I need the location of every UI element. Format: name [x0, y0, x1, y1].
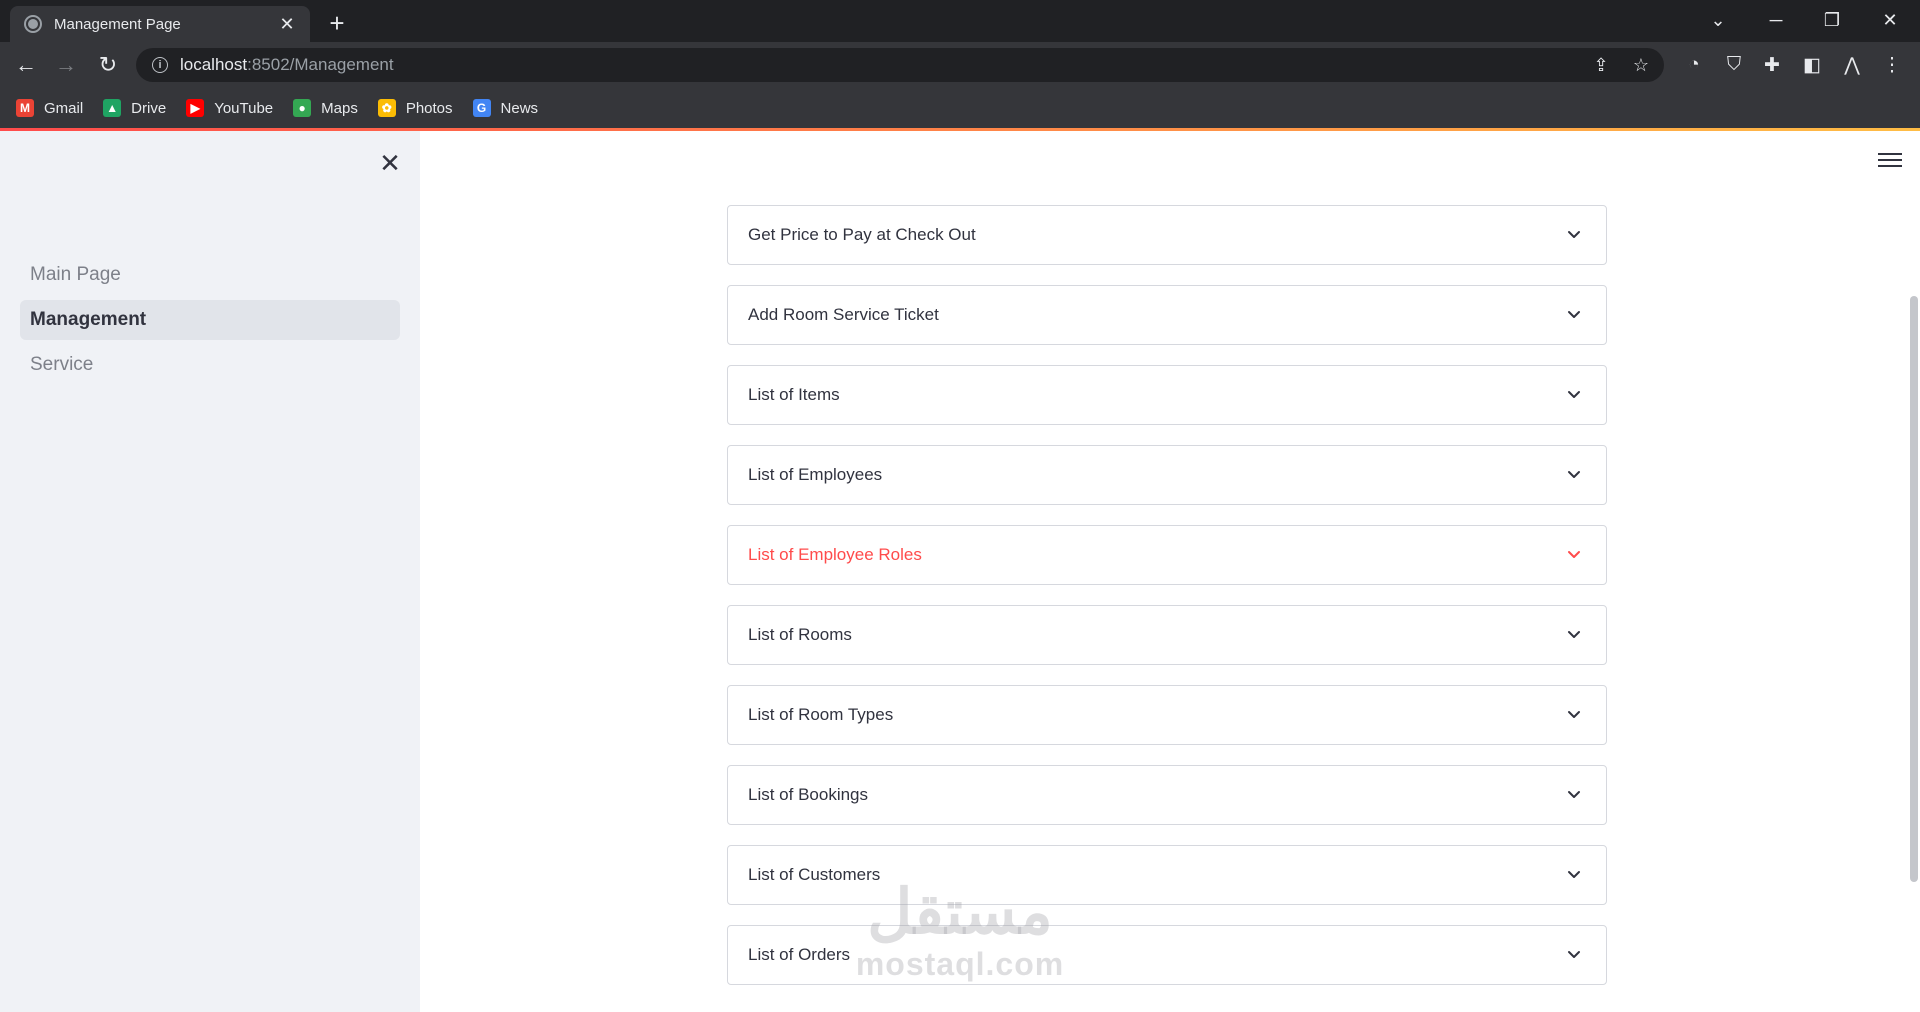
expander-label: Add Room Service Ticket [748, 305, 939, 324]
expander-label: List of Rooms [748, 625, 852, 644]
sidebar-nav: Main Page Management Service [20, 255, 400, 390]
watermark-arabic: مستقل [867, 878, 1053, 947]
youtube-icon: ▶ [186, 99, 205, 117]
hamburger-menu-icon[interactable] [1878, 149, 1902, 171]
chevron-down-icon [1564, 785, 1584, 805]
main-content: Get Price to Pay at Check Out Add Room Se… [420, 131, 1920, 1012]
expander-list-of-rooms[interactable]: List of Rooms [727, 605, 1607, 665]
sidebar-item-management[interactable]: Management [20, 300, 400, 340]
sidebar-item-main-page[interactable]: Main Page [20, 255, 400, 295]
expander-list-of-employees[interactable]: List of Employees [727, 445, 1607, 505]
bookmark-label: Gmail [44, 99, 84, 117]
sidebar: ✕ Main Page Management Service [0, 131, 420, 1012]
bookmark-gmail[interactable]: M Gmail [16, 99, 83, 117]
bookmark-photos[interactable]: ✿ Photos [377, 99, 453, 117]
close-window-icon[interactable]: ✕ [1866, 2, 1914, 38]
chevron-down-icon [1564, 385, 1584, 405]
drive-icon: ▲ [103, 99, 122, 117]
tab-search-icon[interactable]: ⌄ [1694, 2, 1742, 38]
bookmark-youtube[interactable]: ▶ YouTube [186, 99, 273, 117]
url-path: :8502/Management [247, 55, 394, 74]
forward-icon[interactable]: → [50, 49, 82, 81]
expander-label: List of Employee Roles [748, 545, 922, 564]
chevron-down-icon [1564, 705, 1584, 725]
photos-icon: ✿ [377, 99, 396, 117]
expander-get-price-to-pay-at-check-out[interactable]: Get Price to Pay at Check Out [727, 205, 1607, 265]
restore-icon[interactable]: ❐ [1808, 2, 1856, 38]
bookmark-drive[interactable]: ▲ Drive [103, 99, 166, 117]
expander-label: List of Employees [748, 465, 883, 484]
bookmarks-bar: M Gmail ▲ Drive ▶ YouTube ● Maps ✿ Photos G News [0, 88, 1920, 128]
browser-toolbar: ← → ↻ i localhost:8502/Management ⇪ ☆ ◔ … [0, 42, 1920, 88]
chevron-down-icon [1564, 545, 1584, 565]
chevron-down-icon [1564, 945, 1584, 965]
watermark: مستقل mostaql.com [835, 880, 1085, 983]
chevron-down-icon [1564, 625, 1584, 645]
expander-add-room-service-ticket[interactable]: Add Room Service Ticket [727, 285, 1607, 345]
bookmark-maps[interactable]: ● Maps [293, 99, 358, 117]
scrollbar[interactable] [1910, 296, 1918, 882]
bookmark-label: Drive [131, 99, 167, 117]
expander-label: List of Room Types [748, 705, 894, 724]
watermark-text: mostaql.com [855, 946, 1065, 982]
side-panel-icon[interactable]: ◧ [1796, 49, 1828, 81]
expander-list-of-employee-roles[interactable]: List of Employee Roles [727, 525, 1607, 585]
back-icon[interactable]: ← [10, 49, 42, 81]
chevron-down-icon [1564, 305, 1584, 325]
url-host: localhost [180, 55, 248, 74]
share-icon[interactable]: ⇪ [1584, 48, 1618, 82]
expander-list-of-bookings[interactable]: List of Bookings [727, 765, 1607, 825]
extension-shield-icon[interactable]: ⛉ [1718, 49, 1750, 81]
chevron-down-icon [1564, 865, 1584, 885]
tab-title: Management Page [54, 15, 181, 33]
bookmark-label: News [500, 99, 539, 117]
bookmark-star-icon[interactable]: ☆ [1624, 48, 1658, 82]
chevron-down-icon [1564, 225, 1584, 245]
bookmark-label: Photos [405, 99, 453, 117]
close-sidebar-icon[interactable]: ✕ [376, 148, 404, 178]
bookmark-news[interactable]: G News [472, 99, 539, 117]
new-tab-button[interactable]: + [322, 8, 352, 38]
address-bar[interactable]: i localhost:8502/Management ⇪ ☆ [136, 48, 1664, 82]
profile-icon[interactable]: ⋀ [1836, 49, 1868, 81]
extensions-puzzle-icon[interactable]: ✚ [1756, 49, 1788, 81]
sidebar-item-service[interactable]: Service [20, 345, 400, 385]
expander-label: Get Price to Pay at Check Out [748, 225, 976, 244]
site-info-icon[interactable]: i [152, 57, 168, 73]
tab-close-icon[interactable]: ✕ [276, 13, 298, 35]
maps-icon: ● [293, 99, 312, 117]
browser-tabstrip: Management Page ✕ + ⌄ ─ ❐ ✕ [0, 0, 1920, 42]
browser-menu-icon[interactable]: ⋮ [1876, 49, 1908, 81]
globe-icon [24, 15, 42, 33]
minimize-icon[interactable]: ─ [1752, 2, 1800, 38]
expander-list-of-room-types[interactable]: List of Room Types [727, 685, 1607, 745]
expander-list-of-items[interactable]: List of Items [727, 365, 1607, 425]
news-icon: G [472, 99, 491, 117]
bookmark-label: Maps [321, 99, 358, 117]
reload-icon[interactable]: ↻ [92, 49, 124, 81]
gmail-icon: M [16, 99, 34, 117]
chevron-down-icon [1564, 465, 1584, 485]
extension-performance-icon[interactable]: ◔ [1678, 49, 1710, 81]
bookmark-label: YouTube [214, 99, 274, 117]
browser-tab[interactable]: Management Page ✕ [10, 6, 310, 42]
expander-label: List of Bookings [748, 785, 869, 804]
expander-label: List of Items [748, 385, 840, 404]
